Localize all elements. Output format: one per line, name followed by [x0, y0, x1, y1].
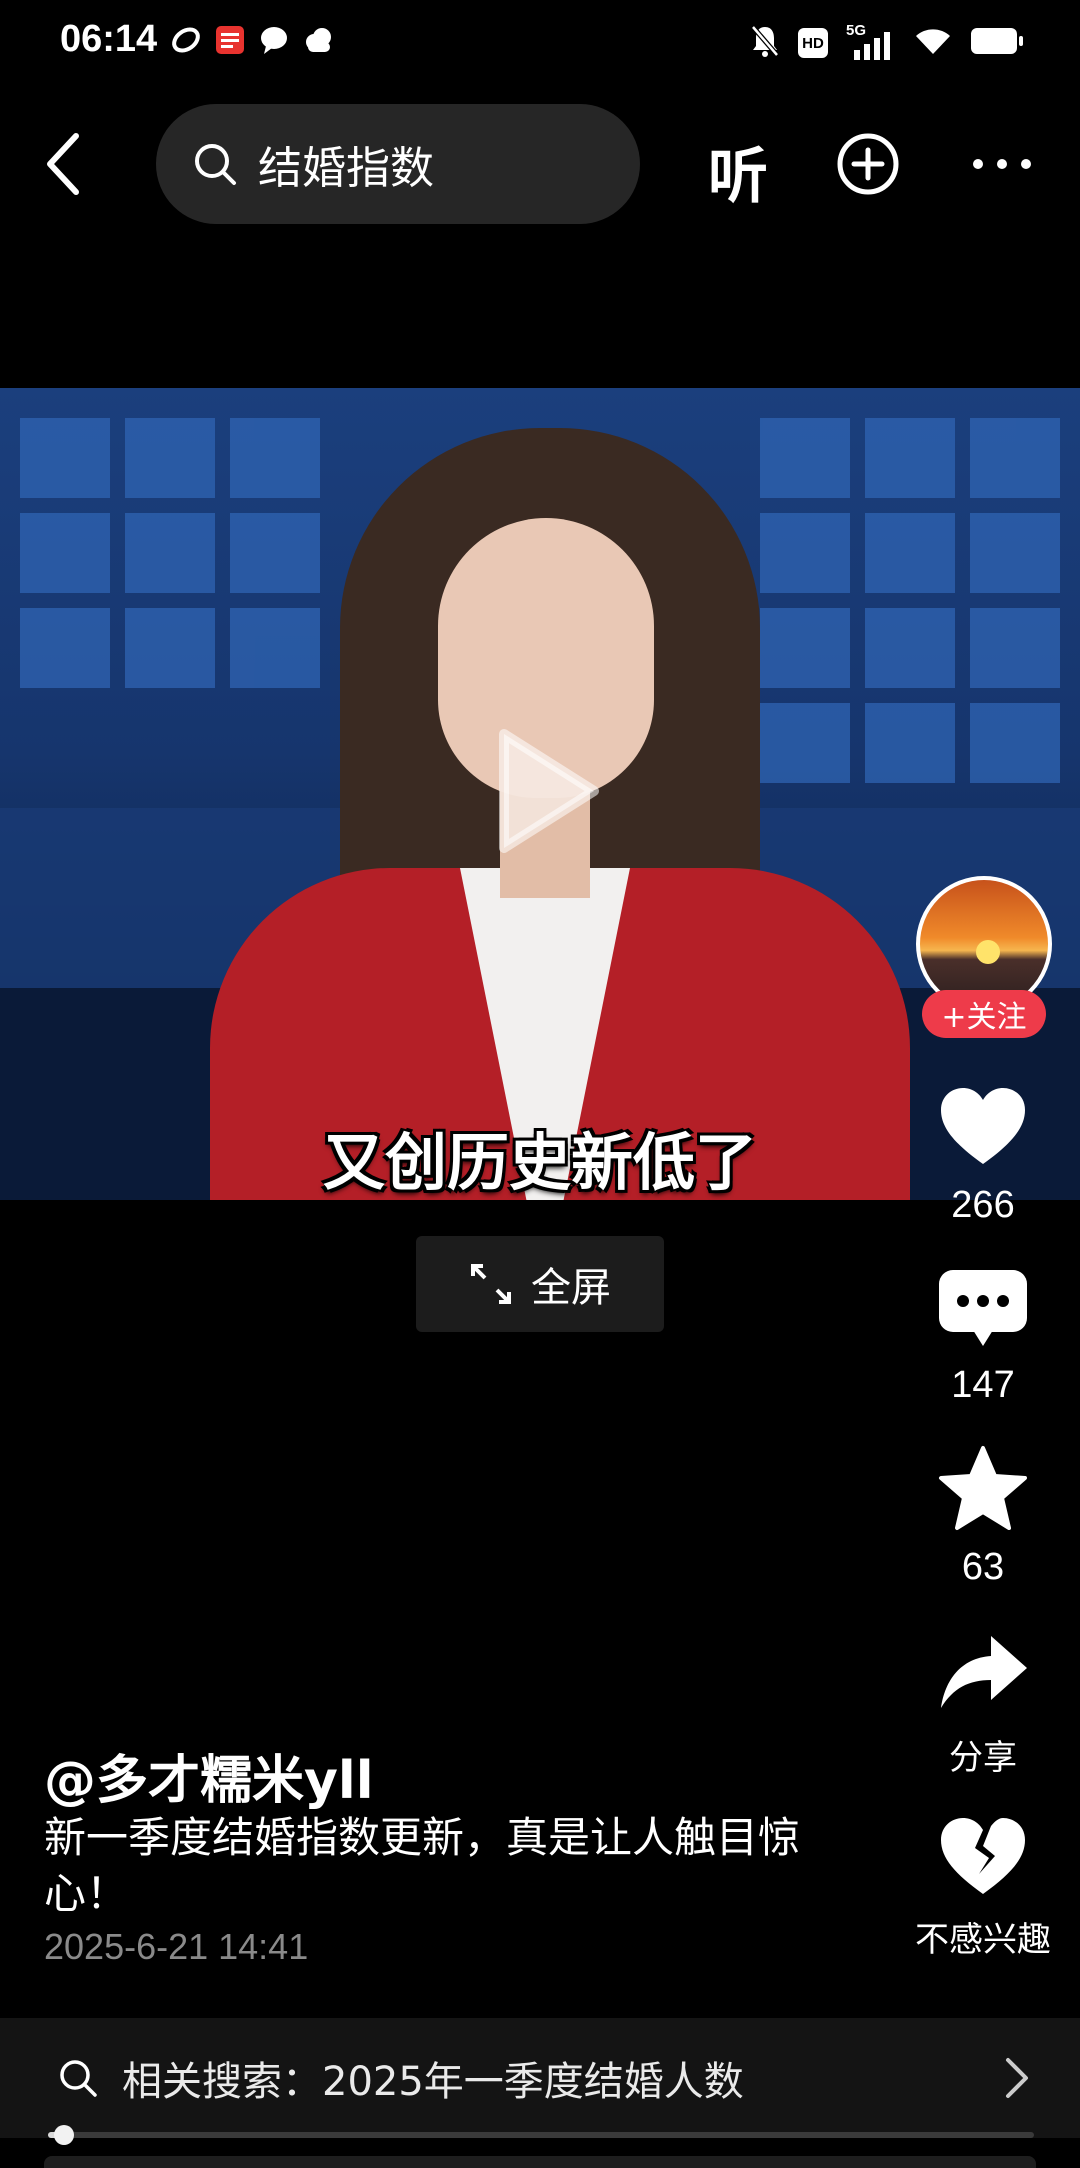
- star-icon: [939, 1446, 1027, 1530]
- hd-icon: HD: [798, 28, 828, 58]
- post-description: 新一季度结婚指数更新，真是让人触目惊心！: [44, 1813, 801, 1918]
- progress-knob[interactable]: [53, 2125, 74, 2145]
- post-timestamp: 2025-6-21 14:41: [44, 1926, 309, 1967]
- related-search-bar[interactable]: 相关搜索：2025年一季度结婚人数: [0, 2018, 1080, 2138]
- toutiao-app-icon: [214, 24, 246, 56]
- expand-icon: [471, 1264, 511, 1304]
- not-interested-label: 不感兴趣: [915, 1921, 1051, 1959]
- video-player[interactable]: 又创历史新低了: [0, 388, 1080, 1200]
- 5g-signal-icon: 5G: [846, 22, 896, 60]
- not-interested-button[interactable]: 不感兴趣: [900, 1808, 1066, 1961]
- play-icon[interactable]: [494, 726, 604, 856]
- status-time: 06:14: [60, 18, 158, 60]
- fullscreen-label: 全屏: [531, 1265, 611, 1311]
- avatar-sun: [976, 940, 1000, 964]
- like-button[interactable]: 266: [900, 1080, 1066, 1227]
- favorite-count: 63: [961, 1546, 1005, 1588]
- search-icon: [195, 144, 236, 185]
- cloud-icon: [302, 24, 334, 56]
- bottom-panel-edge: [44, 2156, 1036, 2168]
- plus-circle-icon: [837, 133, 899, 195]
- status-bar: 06:14 HD 5G: [0, 0, 1080, 84]
- status-right-icons: HD 5G: [750, 22, 1024, 62]
- search-icon: [60, 2060, 97, 2097]
- follow-button[interactable]: +关注: [922, 990, 1046, 1038]
- related-search-text: 相关搜索：2025年一季度结婚人数: [122, 2059, 744, 2105]
- share-label: 分享: [949, 1739, 1017, 1777]
- search-input[interactable]: 结婚指数: [156, 104, 640, 224]
- heart-icon: [941, 1088, 1025, 1164]
- back-button[interactable]: [40, 130, 96, 198]
- fullscreen-button[interactable]: 全屏: [416, 1236, 664, 1332]
- broken-heart-icon: [941, 1818, 1025, 1894]
- battery-icon: [970, 27, 1024, 59]
- more-dots-icon: [973, 159, 1031, 169]
- search-query: 结婚指数: [258, 143, 434, 194]
- link-icon: [170, 24, 202, 56]
- video-progress-bar[interactable]: [48, 2125, 1034, 2145]
- wifi-icon: [914, 26, 952, 60]
- chevron-right-icon: [1006, 2058, 1028, 2098]
- favorite-button[interactable]: 63: [900, 1442, 1066, 1589]
- top-nav: 结婚指数 听: [0, 104, 1080, 224]
- status-left-icons: [170, 24, 334, 56]
- add-button[interactable]: [836, 132, 900, 196]
- author-name[interactable]: @多才糯米yll: [44, 1738, 374, 1813]
- comment-icon: [939, 1270, 1027, 1346]
- mute-bell-icon: [750, 24, 780, 62]
- share-arrow-icon: [941, 1636, 1027, 1708]
- like-count: 266: [951, 1184, 1015, 1226]
- comment-button[interactable]: 147: [900, 1260, 1066, 1407]
- chat-bubble-icon: [258, 24, 290, 56]
- share-button[interactable]: 分享: [900, 1626, 1066, 1779]
- chevron-left-icon: [47, 133, 79, 195]
- more-button[interactable]: [970, 144, 1034, 184]
- comment-count: 147: [951, 1364, 1015, 1406]
- listen-button[interactable]: 听: [708, 128, 768, 215]
